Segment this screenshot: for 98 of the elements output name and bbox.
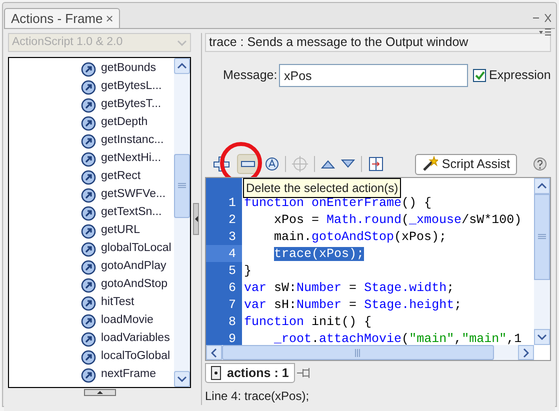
status-text: Line 4: trace(xPos); xyxy=(205,388,310,405)
scroll-thumb[interactable] xyxy=(222,345,494,360)
action-item[interactable]: getBytesT... xyxy=(101,96,162,114)
chevron-up-icon xyxy=(537,183,547,189)
action-icon xyxy=(81,170,96,184)
message-label: Message: xyxy=(223,67,278,84)
code-line: main.gotoAndStop(xPos); xyxy=(273,229,448,245)
message-field[interactable]: xPos xyxy=(279,64,468,87)
line-number: 1 xyxy=(227,195,237,211)
script-file-icon xyxy=(211,366,221,380)
action-icon xyxy=(81,314,96,328)
action-item[interactable]: getSWFVe... xyxy=(101,186,166,204)
expression-label: Expression xyxy=(489,67,551,84)
code-line: } xyxy=(243,263,253,279)
code-line: var sH:Number = Stage.height; xyxy=(243,297,463,313)
scroll-thumb[interactable] xyxy=(534,194,550,280)
action-icon xyxy=(81,332,96,346)
action-item[interactable]: getNextHi... xyxy=(101,150,162,168)
code-line: var sW:Number = Stage.width; xyxy=(243,280,456,296)
scroll-down-button[interactable] xyxy=(174,371,190,387)
line-number: 2 xyxy=(227,212,237,228)
plus-icon[interactable] xyxy=(213,156,231,172)
action-item[interactable]: getBounds xyxy=(101,60,156,78)
scroll-right-button[interactable] xyxy=(518,345,534,360)
action-item[interactable]: loadMovie xyxy=(101,312,154,330)
line-number: 5 xyxy=(227,263,237,279)
action-item[interactable]: getURL xyxy=(101,222,140,240)
action-icon xyxy=(81,80,96,94)
action-item[interactable]: getTextSn... xyxy=(101,204,162,222)
action-item[interactable]: getInstanc... xyxy=(101,132,164,150)
action-icon xyxy=(81,278,96,292)
action-icon xyxy=(81,296,96,310)
chevron-up-icon xyxy=(177,63,187,69)
close-icon[interactable]: × xyxy=(106,8,114,28)
scroll-up-button[interactable] xyxy=(174,58,190,74)
action-item[interactable]: hitTest xyxy=(101,294,134,312)
action-item[interactable]: gotoAndStop xyxy=(101,276,168,294)
action-icon xyxy=(81,116,96,130)
magic-wand-icon xyxy=(422,156,438,172)
line-number: 8 xyxy=(227,314,237,330)
chevron-left-icon xyxy=(211,348,217,358)
action-item[interactable]: nextFrame xyxy=(101,366,156,384)
move-down-icon[interactable] xyxy=(341,159,355,169)
action-item[interactable]: localToGlobal xyxy=(101,348,170,366)
tooltip: Delete the selected action(s) xyxy=(243,178,402,198)
line-number: 6 xyxy=(227,280,237,296)
move-up-icon[interactable] xyxy=(321,159,335,169)
action-icon xyxy=(81,188,96,202)
find-icon[interactable] xyxy=(265,157,279,171)
action-item[interactable]: getRect xyxy=(101,168,141,186)
code-line: function init() { xyxy=(243,314,373,330)
action-icon xyxy=(81,242,96,256)
description-text: trace : Sends a message to the Output window xyxy=(205,33,551,52)
code-line: function onEnterFrame() { xyxy=(243,195,433,211)
chevron-down-icon xyxy=(537,334,547,340)
vertical-scrollbar[interactable] xyxy=(174,58,190,387)
action-icon xyxy=(81,152,96,166)
action-icon xyxy=(81,62,96,76)
horizontal-scrollbar[interactable] xyxy=(206,345,534,360)
script-tab[interactable]: actions : 1 xyxy=(205,363,295,383)
action-icon xyxy=(81,350,96,364)
action-item[interactable]: globalToLocal xyxy=(101,240,172,258)
action-icon xyxy=(81,206,96,220)
splitter-handle[interactable] xyxy=(193,203,199,235)
action-icon xyxy=(81,98,96,112)
code-line: _root.attachMovie("main","main",1 xyxy=(273,331,523,345)
chevron-down-icon xyxy=(177,376,187,382)
action-icon xyxy=(81,368,96,382)
chevron-down-icon xyxy=(177,40,187,46)
help-icon[interactable] xyxy=(533,157,547,171)
window-controls-icon[interactable] xyxy=(533,14,551,22)
insert-icon[interactable] xyxy=(368,156,384,172)
panel-title: Actions - Frame xyxy=(11,10,103,28)
scroll-left-button[interactable] xyxy=(206,345,222,360)
line-number: 9 xyxy=(227,331,237,345)
action-item[interactable]: gotoAndPlay xyxy=(101,258,166,276)
minus-button[interactable] xyxy=(237,154,259,174)
panel-menu-icon[interactable] xyxy=(539,28,551,36)
action-item[interactable]: loadVariables xyxy=(101,330,170,348)
line-number: 7 xyxy=(227,297,237,313)
action-item[interactable]: getBytesL... xyxy=(101,78,162,96)
code-line: xPos = Math.round(_xmouse/sW*100) xyxy=(273,212,523,228)
panel-tab[interactable]: Actions - Frame × xyxy=(4,8,120,28)
line-number: 4 xyxy=(206,245,242,262)
action-icon xyxy=(81,260,96,274)
action-icon xyxy=(81,224,96,238)
action-icon xyxy=(81,134,96,148)
vertical-scrollbar[interactable] xyxy=(534,178,550,345)
scroll-down-button[interactable] xyxy=(534,329,550,345)
chevron-right-icon xyxy=(523,348,529,358)
scroll-thumb[interactable] xyxy=(174,154,190,218)
expression-checkbox[interactable] xyxy=(473,69,486,82)
minus-icon xyxy=(241,161,255,167)
line-number: 3 xyxy=(227,229,237,245)
scroll-up-button[interactable] xyxy=(534,178,550,194)
action-item[interactable]: getDepth xyxy=(101,114,148,132)
script-assist-button[interactable]: Script Assist xyxy=(414,154,517,174)
collapse-handle[interactable] xyxy=(84,389,116,396)
